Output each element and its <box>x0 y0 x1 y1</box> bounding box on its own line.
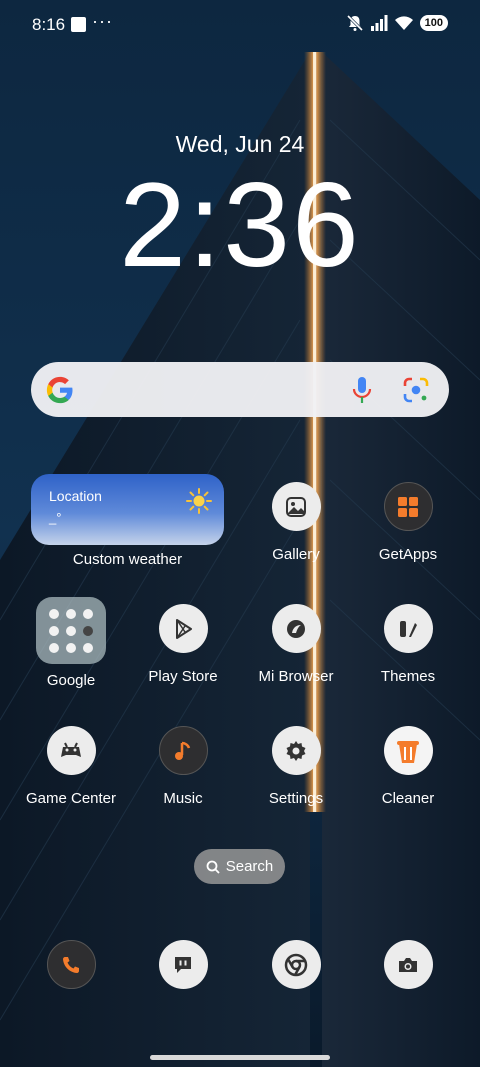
chrome-icon <box>271 940 321 989</box>
dock-chrome[interactable] <box>240 940 352 989</box>
app-label: Mi Browser <box>258 668 334 685</box>
weather-temperature: _° <box>49 510 62 525</box>
mute-icon <box>346 14 363 32</box>
google-lens-icon[interactable] <box>403 377 429 403</box>
sun-icon <box>186 488 212 514</box>
app-settings[interactable]: Settings <box>240 726 352 807</box>
game-center-icon <box>46 726 96 775</box>
weather-caption: Custom weather <box>72 551 183 568</box>
gallery-icon <box>271 482 321 531</box>
mi-browser-icon <box>271 604 321 653</box>
clock-time[interactable]: 2:36 <box>0 160 480 290</box>
google-g-icon <box>46 376 73 404</box>
getapps-icon <box>383 482 433 531</box>
app-cleaner[interactable]: Cleaner <box>352 726 464 807</box>
app-label: Play Store <box>148 668 218 685</box>
app-music[interactable]: Music <box>127 726 239 807</box>
dock-phone[interactable] <box>15 940 127 989</box>
mic-icon[interactable] <box>351 376 373 404</box>
music-icon <box>158 726 208 775</box>
status-bar: 8:16 ··· 100 <box>0 0 480 50</box>
settings-gear-icon <box>271 726 321 775</box>
play-store-icon <box>158 604 208 653</box>
app-themes[interactable]: Themes <box>352 604 464 685</box>
camera-icon <box>383 940 433 989</box>
gesture-nav-handle[interactable] <box>150 1055 330 1060</box>
app-label: Google <box>46 672 96 689</box>
app-label: Gallery <box>272 546 320 563</box>
app-label: GetApps <box>378 546 438 563</box>
google-search-bar[interactable] <box>31 362 449 417</box>
weather-widget[interactable]: Location _° <box>31 474 224 545</box>
app-label: Themes <box>380 668 436 685</box>
app-play-store[interactable]: Play Store <box>127 604 239 685</box>
app-label: Music <box>163 790 203 807</box>
search-pill-label: Search <box>225 858 274 875</box>
status-icons: 100 <box>346 14 448 32</box>
cleaner-icon <box>383 726 433 775</box>
dock-messages[interactable] <box>127 940 239 989</box>
app-search-button[interactable]: Search <box>194 849 285 884</box>
date-label[interactable]: Wed, Jun 24 <box>0 131 480 158</box>
app-label: Settings <box>268 790 324 807</box>
app-gallery[interactable]: Gallery <box>240 482 352 563</box>
more-dots-icon: ··· <box>92 11 113 31</box>
app-game-center[interactable]: Game Center <box>15 726 127 807</box>
app-getapps[interactable]: GetApps <box>352 482 464 563</box>
dock-camera[interactable] <box>352 940 464 989</box>
app-mi-browser[interactable]: Mi Browser <box>240 604 352 685</box>
status-time: 8:16 <box>32 15 66 34</box>
folder-preview <box>36 597 106 664</box>
themes-icon <box>383 604 433 653</box>
signal-icon <box>370 15 388 31</box>
folder-google[interactable]: Google <box>15 597 127 689</box>
wifi-icon <box>394 16 413 30</box>
battery-icon: 100 <box>419 15 448 31</box>
messages-icon <box>158 940 208 989</box>
app-label: Cleaner <box>381 790 435 807</box>
notification-square-icon <box>71 17 86 32</box>
search-icon <box>206 860 220 874</box>
app-label: Game Center <box>25 790 117 807</box>
phone-icon <box>46 940 96 989</box>
weather-location: Location <box>49 488 102 504</box>
